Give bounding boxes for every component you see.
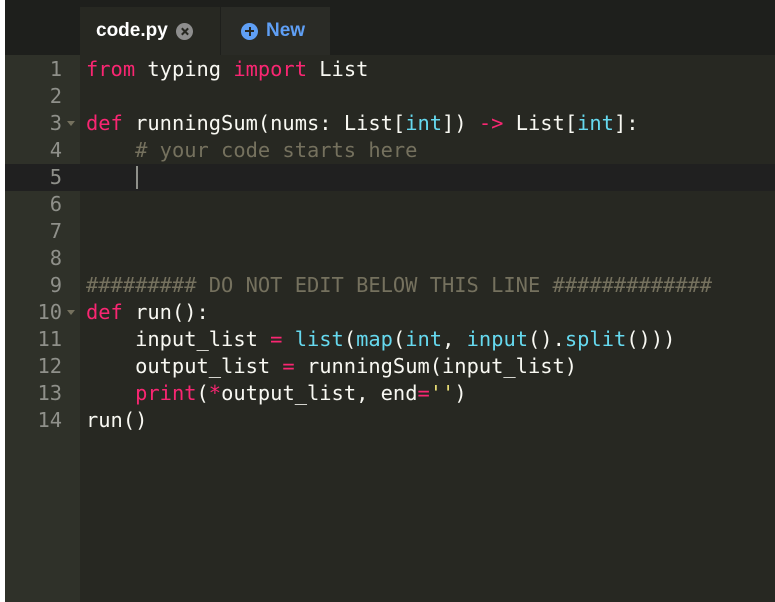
code-token: output_list, end <box>221 381 418 405</box>
plus-icon <box>241 22 258 40</box>
fold-arrow-icon[interactable] <box>67 121 75 126</box>
code-text: ######### DO NOT EDIT BELOW THIS LINE ##… <box>86 272 712 299</box>
line-number: 3 <box>49 111 62 135</box>
new-tab-button[interactable]: New <box>221 7 330 55</box>
code-token: runningSum(nums: List[ <box>122 111 406 135</box>
tab-code-py[interactable]: code.py <box>80 7 220 55</box>
code-text: # your code starts here <box>86 137 417 164</box>
tab-label: code.py <box>96 20 168 41</box>
code-line[interactable]: 2 <box>5 83 775 110</box>
code-token: map <box>356 327 393 351</box>
code-token: List[ <box>503 111 578 135</box>
code-area[interactable]: 1 from typing import List 2 3 def runningSum… <box>5 56 775 434</box>
line-number: 1 <box>49 57 62 81</box>
code-token: print <box>135 381 197 405</box>
code-token: * <box>208 381 222 405</box>
code-token: ]: <box>613 111 639 135</box>
code-token: ]) <box>442 111 479 135</box>
code-token: = <box>282 354 295 378</box>
code-token: split <box>564 327 627 351</box>
code-text: output_list = runningSum(input_list) <box>86 353 577 380</box>
tab-bar: code.py New <box>5 0 775 55</box>
code-token: , <box>442 327 467 351</box>
code-token: def <box>86 300 123 324</box>
line-number: 6 <box>49 192 62 216</box>
code-token: ######### DO NOT EDIT BELOW THIS LINE ##… <box>86 273 713 297</box>
code-token: typing <box>135 57 234 81</box>
text-cursor <box>136 166 138 189</box>
code-token: ( <box>196 381 209 405</box>
code-token: (). <box>528 327 565 351</box>
line-number: 9 <box>49 273 62 297</box>
code-line[interactable]: 13 print(*output_list, end='') <box>5 380 775 407</box>
line-number: 10 <box>37 300 62 324</box>
code-token: # your code starts here <box>135 138 418 162</box>
code-line[interactable]: 12 output_list = runningSum(input_list) <box>5 353 775 380</box>
line-number: 14 <box>37 408 62 432</box>
code-token: list <box>294 327 344 351</box>
code-text: def run(): <box>86 299 209 326</box>
code-token: run() <box>86 408 148 432</box>
code-token: = <box>270 327 283 351</box>
code-token: int <box>405 327 443 351</box>
code-token: import <box>233 57 307 81</box>
code-line[interactable]: 8 <box>5 245 775 272</box>
code-token: = <box>417 381 430 405</box>
code-text: input_list = list(map(int, input().split… <box>86 326 675 353</box>
code-token: run(): <box>122 300 209 324</box>
code-line[interactable]: 11 input_list = list(map(int, input().sp… <box>5 326 775 353</box>
code-line[interactable]: 10 def run(): <box>5 299 775 326</box>
code-text: def runningSum(nums: List[int]) -> List[… <box>86 110 639 137</box>
code-text: from typing import List <box>86 56 368 83</box>
code-line[interactable]: 7 <box>5 218 775 245</box>
line-number: 7 <box>49 219 62 243</box>
code-line[interactable]: 9 ######### DO NOT EDIT BELOW THIS LINE #… <box>5 272 775 299</box>
code-token: ) <box>454 381 467 405</box>
code-text: print(*output_list, end='') <box>86 380 467 407</box>
code-token: int <box>405 111 443 135</box>
code-line[interactable]: 1 from typing import List <box>5 56 775 83</box>
fold-arrow-icon[interactable] <box>67 310 75 315</box>
code-token: int <box>577 111 614 135</box>
code-token: '' <box>429 381 455 405</box>
line-number: 13 <box>37 381 62 405</box>
code-token: runningSum(input_list) <box>294 354 578 378</box>
code-token: input <box>466 327 529 351</box>
code-token: ( <box>343 327 357 351</box>
line-number: 11 <box>37 327 62 351</box>
code-token: from <box>86 57 136 81</box>
code-token: ( <box>392 327 406 351</box>
close-icon[interactable] <box>175 22 193 40</box>
line-number: 12 <box>37 354 62 378</box>
code-line[interactable]: 4 # your code starts here <box>5 137 775 164</box>
code-token: output_list <box>86 354 283 378</box>
code-token: input_list <box>86 327 271 351</box>
code-line[interactable]: 14 run() <box>5 407 775 434</box>
code-token: List <box>307 57 369 81</box>
code-line[interactable]: 6 <box>5 191 775 218</box>
code-token: -> <box>478 111 504 135</box>
code-editor-window: code.py New 1 from typing import List 2 3 de… <box>5 0 775 602</box>
line-number: 2 <box>49 84 62 108</box>
code-token: def <box>86 111 123 135</box>
line-number: 5 <box>49 165 62 189</box>
code-line[interactable]: 3 def runningSum(nums: List[int]) -> List… <box>5 110 775 137</box>
line-number: 8 <box>49 246 62 270</box>
code-line[interactable]: 5 <box>5 164 775 191</box>
line-number: 4 <box>49 138 62 162</box>
new-tab-label: New <box>266 20 306 41</box>
code-text: run() <box>86 407 147 434</box>
code-token: ())) <box>626 327 676 351</box>
